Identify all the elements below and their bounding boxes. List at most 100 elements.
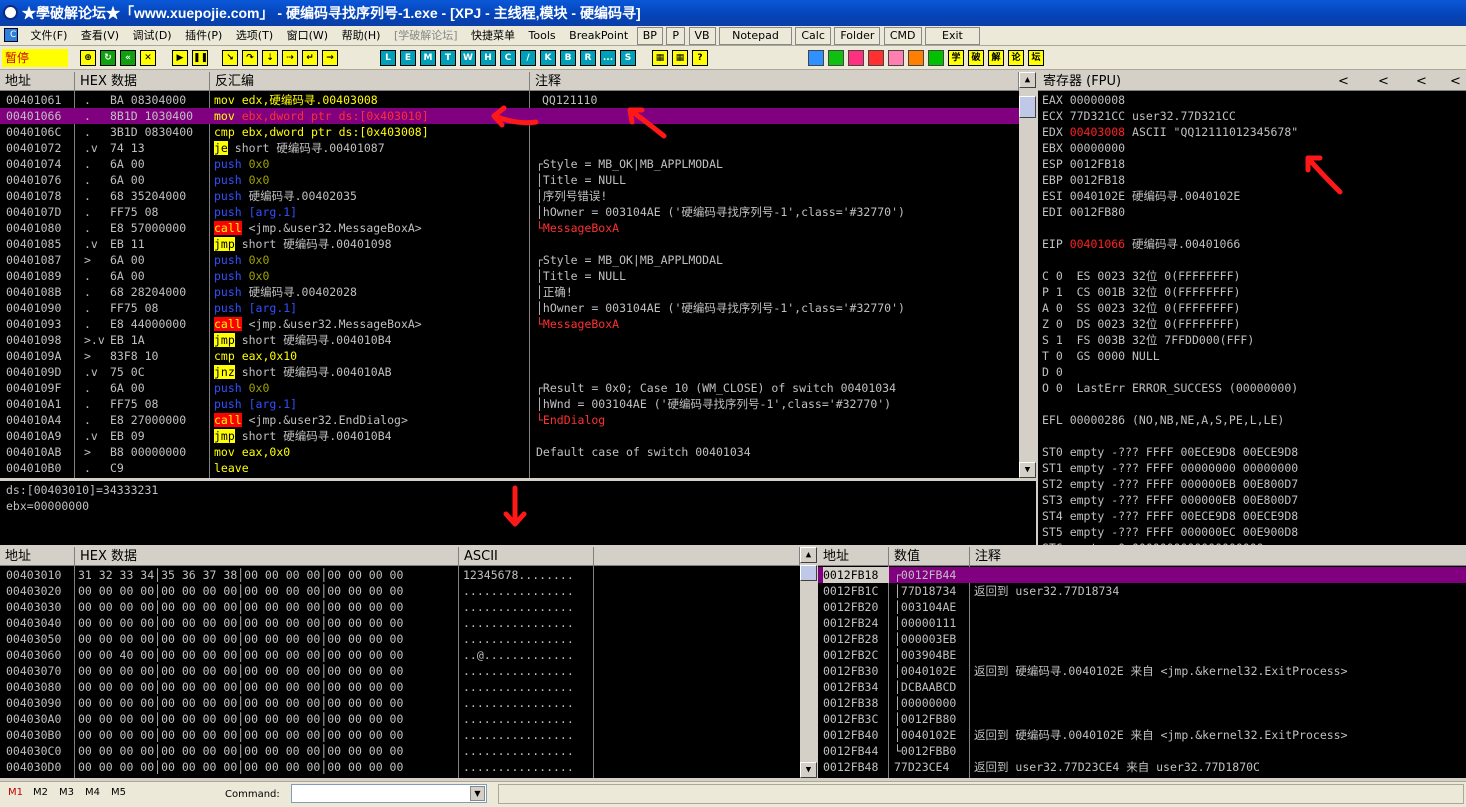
register-line[interactable]: P 1 CS 001B 32位 0(FFFFFFFF) (1042, 284, 1466, 300)
toolbar-C-icon[interactable]: C (500, 50, 516, 66)
disasm-row[interactable]: 004010A1. FF75 08 push [arg.1] │hWnd = 0031… (0, 396, 1019, 412)
disasm-row[interactable]: 00401080. E8 57000000 call <jmp.&user32.Me… (0, 220, 1019, 236)
calculator-icon[interactable] (908, 50, 924, 66)
toolbar-M-icon[interactable]: M (420, 50, 436, 66)
menu-file[interactable]: 文件(F) (26, 26, 73, 45)
window-title-bar[interactable]: ★學破解论坛★「www.xuepojie.com」 - 硬编码寻找序列号-1.e… (0, 0, 1466, 26)
menu-shortcuts[interactable]: 快捷菜单 (466, 26, 520, 45)
stack-row[interactable]: 0012FB44 └0012FBB0 (818, 743, 1466, 759)
menu-notepad-button[interactable]: Notepad (719, 27, 792, 45)
trace-into-icon[interactable]: ⇣ (262, 50, 278, 66)
menu-calc-button[interactable]: Calc (795, 27, 831, 45)
dump-scroll-thumb[interactable] (800, 565, 817, 581)
dump-scrollbar[interactable]: ▲ ▼ (800, 547, 817, 778)
register-line[interactable]: ST4 empty -??? FFFF 00ECE9D8 00ECE9D8 (1042, 508, 1466, 524)
disasm-header-comment[interactable]: 注释 (530, 72, 1019, 91)
disasm-row[interactable]: 0040109D .v 75 0C jnz short 硬编码寻.004010AB (0, 364, 1019, 380)
dump-row[interactable]: 00403020 00 00 00 00│00 00 00 00│00 00 00… (0, 583, 800, 599)
stack-row[interactable]: 0012FB24 │00000111 (818, 615, 1466, 631)
mem-tab-4[interactable]: M4 (85, 787, 100, 798)
dump-row[interactable]: 004030D0 00 00 00 00│00 00 00 00│00 00 00… (0, 759, 800, 775)
registers-pane[interactable]: EAX 00000008 ECX 77D321CC user32.77D321CC… (1036, 91, 1466, 545)
register-line[interactable]: EFL 00000286 (NO,NB,NE,A,S,PE,L,LE) (1042, 412, 1466, 428)
register-line[interactable]: ESP 0012FB18 (1042, 156, 1466, 172)
dump-row[interactable]: 00403070 00 00 00 00│00 00 00 00│00 00 00… (0, 663, 800, 679)
grid-icon[interactable]: ▦ (652, 50, 668, 66)
disasm-row[interactable]: 00401093. E8 44000000 call <jmp.&user32.Me… (0, 316, 1019, 332)
forum-po-icon[interactable]: 破 (968, 50, 984, 66)
register-line[interactable]: O 0 LastErr ERROR_SUCCESS (00000000) (1042, 380, 1466, 396)
dump-scroll-down-icon[interactable]: ▼ (800, 762, 817, 778)
dump-row[interactable]: 00403050 00 00 00 00│00 00 00 00│00 00 00… (0, 631, 800, 647)
open-icon[interactable]: ⊕ (80, 50, 96, 66)
disasm-row[interactable]: 0040109F. 6A 00 push 0x0 ┌Result = 0x0; Cas… (0, 380, 1019, 396)
scroll-down-icon[interactable]: ▼ (1019, 462, 1036, 478)
disasm-row[interactable]: 00401098 >.v EB 1A jmp short 硬编码寻.004010B4 (0, 332, 1019, 348)
menu-forum[interactable]: [学破解论坛] (389, 26, 463, 45)
stack-row[interactable]: 0012FB3C │0012FB80 (818, 711, 1466, 727)
disasm-row[interactable]: 00401087 >6A 00 push 0x0 ┌Style = MB_OK|MB_… (0, 252, 1019, 268)
register-line[interactable]: ST5 empty -??? FFFF 000000EC 00E900D8 (1042, 524, 1466, 540)
disasm-row[interactable]: 00401072 .v 74 13 je short 硬编码寻.00401087 (0, 140, 1019, 156)
stack-row[interactable]: 0012FB18 ┌0012FB44 (818, 567, 1466, 583)
stack-row[interactable]: 0012FB28 │000003EB (818, 631, 1466, 647)
dump-row[interactable]: 00403090 00 00 00 00│00 00 00 00│00 00 00… (0, 695, 800, 711)
register-line[interactable]: A 0 SS 0023 32位 0(FFFFFFFF) (1042, 300, 1466, 316)
register-line[interactable]: EDX 00403008 ASCII "QQ12111012345678" (1042, 124, 1466, 140)
toolbar-W-icon[interactable]: W (460, 50, 476, 66)
goto-icon[interactable]: → (322, 50, 338, 66)
register-line[interactable]: D 0 (1042, 364, 1466, 380)
scroll-thumb[interactable] (1019, 96, 1036, 118)
window-icon[interactable] (928, 50, 944, 66)
menu-tools[interactable]: Tools (524, 26, 561, 45)
dump-header-ascii[interactable]: ASCII (459, 547, 594, 566)
record-icon[interactable] (868, 50, 884, 66)
stack-pane[interactable]: 0012FB18 ┌0012FB44 0012FB1C │77D18734 返回到 us… (818, 566, 1466, 778)
register-line[interactable]: C 0 ES 0023 32位 0(FFFFFFFF) (1042, 268, 1466, 284)
disasm-row[interactable]: 004010B0. C9 leave (0, 460, 1019, 476)
register-line[interactable]: EIP 00401066 硬编码寻.00401066 (1042, 236, 1466, 252)
step-into-icon[interactable]: ↘ (222, 50, 238, 66)
close-debug-icon[interactable]: ✕ (140, 50, 156, 66)
disasm-header-address[interactable]: 地址 (0, 72, 75, 91)
register-line[interactable]: EDI 0012FB80 (1042, 204, 1466, 220)
register-line[interactable]: ST0 empty -??? FFFF 00ECE9D8 00ECE9D8 (1042, 444, 1466, 460)
forum-lun-icon[interactable]: 论 (1008, 50, 1024, 66)
menu-help[interactable]: 帮助(H) (337, 26, 386, 45)
register-line[interactable] (1042, 252, 1466, 268)
register-line[interactable] (1042, 428, 1466, 444)
disassembly-pane[interactable]: 00401061. BA 08304000 mov edx,硬编码寻.0040300… (0, 91, 1019, 478)
trace-over-icon[interactable]: ⇢ (282, 50, 298, 66)
reg-prev3-icon[interactable]: < (1416, 72, 1427, 90)
menu-view[interactable]: 查看(V) (76, 26, 124, 45)
disasm-row[interactable]: 00401085 .v EB 11 jmp short 硬编码寻.00401098 (0, 236, 1019, 252)
pause-icon[interactable]: ❚❚ (192, 50, 208, 66)
disasm-row[interactable]: 004010A4. E8 27000000 call <jmp.&user32.En… (0, 412, 1019, 428)
toolbar-S-icon[interactable]: S (620, 50, 636, 66)
toolbar-slash-icon[interactable]: / (520, 50, 536, 66)
menu-exit-button[interactable]: Exit (925, 27, 980, 45)
run-icon[interactable]: ▶ (172, 50, 188, 66)
reg-prev-icon[interactable]: < (1338, 72, 1349, 90)
stack-row[interactable]: 0012FB20 │003104AE (818, 599, 1466, 615)
menu-plugins[interactable]: 插件(P) (180, 26, 227, 45)
register-line[interactable]: T 0 GS 0000 NULL (1042, 348, 1466, 364)
disasm-scrollbar[interactable]: ▲ ▼ (1019, 72, 1036, 478)
toolbar-K-icon[interactable]: K (540, 50, 556, 66)
register-line[interactable]: Z 0 DS 0023 32位 0(FFFFFFFF) (1042, 316, 1466, 332)
register-line[interactable]: EBX 00000000 (1042, 140, 1466, 156)
stack-row[interactable]: 0012FB40 │0040102E 返回到 硬编码寻.0040102E 来自 <j… (818, 727, 1466, 743)
stack-row[interactable]: 0012FB2C │003904BE (818, 647, 1466, 663)
register-line[interactable] (1042, 396, 1466, 412)
execute-till-return-icon[interactable]: ↵ (302, 50, 318, 66)
dump-header-hex[interactable]: HEX 数据 (75, 547, 459, 566)
disasm-row[interactable]: 0040107D. FF75 08 push [arg.1] │hOwner = 00… (0, 204, 1019, 220)
letter-a-icon[interactable] (848, 50, 864, 66)
menu-vb-button[interactable]: VB (688, 27, 716, 45)
register-line[interactable] (1042, 220, 1466, 236)
logo-icon[interactable]: C (4, 28, 18, 42)
step-over-icon[interactable]: ↷ (242, 50, 258, 66)
dump-header-address[interactable]: 地址 (0, 547, 75, 566)
target-icon[interactable] (888, 50, 904, 66)
help-icon[interactable]: ? (692, 50, 708, 66)
